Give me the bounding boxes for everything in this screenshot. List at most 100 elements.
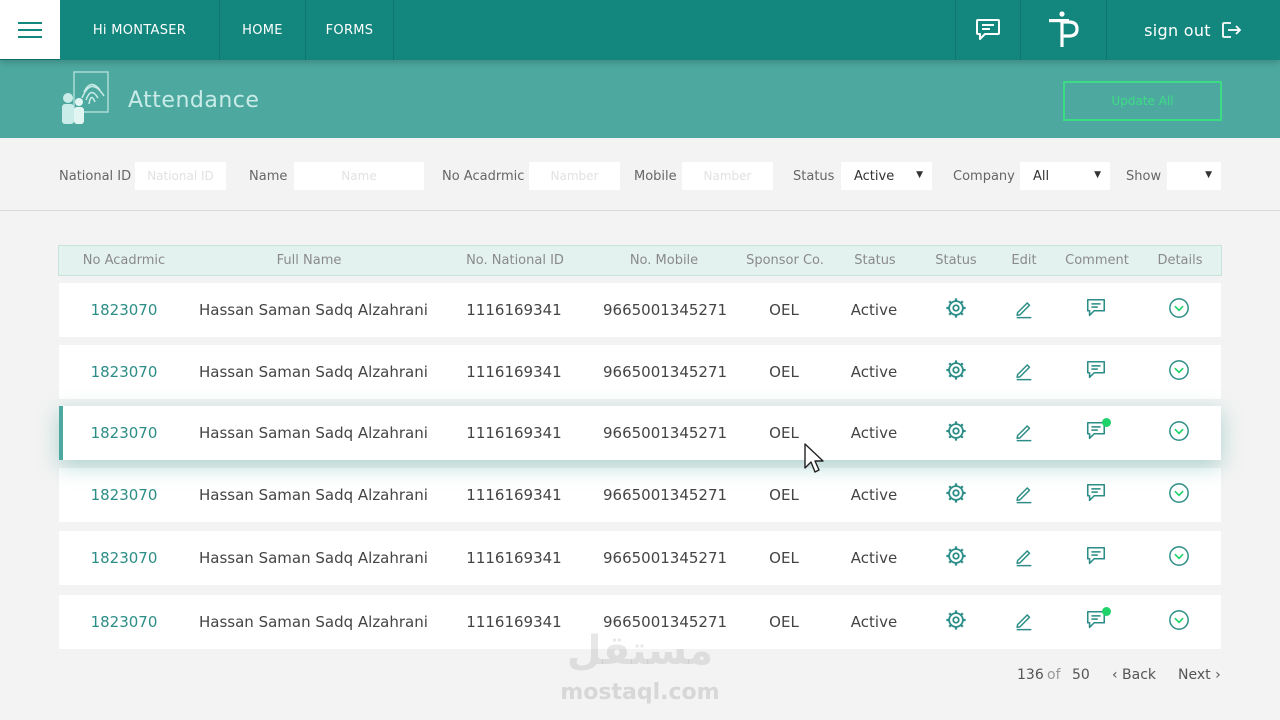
- table-row[interactable]: 1823070 Hassan Saman Sadq Alzahrani 111616…: [59, 345, 1221, 399]
- national-id-input[interactable]: [135, 162, 226, 190]
- edit-button[interactable]: [1012, 546, 1036, 570]
- comment-icon: [1085, 359, 1107, 385]
- edit-button[interactable]: [1012, 421, 1036, 445]
- national-id-cell: 1116169341: [466, 424, 562, 442]
- mobile-cell: 9665001345271: [603, 549, 728, 567]
- back-button[interactable]: ‹ Back: [1112, 667, 1156, 683]
- caret-down-icon: ▼: [1094, 170, 1101, 180]
- brand-logo[interactable]: [1021, 0, 1107, 60]
- company-filter-value: All: [1033, 168, 1050, 184]
- national-id-cell: 1116169341: [466, 363, 562, 381]
- menu-button[interactable]: [0, 0, 60, 60]
- watermark-text: mostaql.com: [560, 680, 720, 705]
- edit-button[interactable]: [1012, 298, 1036, 322]
- comment-button[interactable]: [1084, 418, 1111, 445]
- sponsor-cell: OEL: [769, 613, 799, 631]
- status-cell: Active: [850, 486, 898, 504]
- status-settings-button[interactable]: [944, 421, 968, 445]
- gear-icon: [945, 359, 967, 385]
- table-row[interactable]: 1823070 Hassan Saman Sadq Alzahrani 111616…: [59, 531, 1221, 585]
- comment-button[interactable]: [1084, 607, 1111, 634]
- chevron-down-circle-icon: [1168, 359, 1190, 385]
- pencil-icon: [1013, 359, 1035, 385]
- table-row[interactable]: 1823070 Hassan Saman Sadq Alzahrani 111616…: [59, 406, 1221, 460]
- full-name-cell: Hassan Saman Sadq Alzahrani: [199, 486, 428, 504]
- full-name-cell: Hassan Saman Sadq Alzahrani: [199, 549, 428, 567]
- hamburger-icon: [18, 21, 42, 38]
- nav-forms-link[interactable]: FORMS: [306, 0, 394, 60]
- details-button[interactable]: [1167, 360, 1191, 384]
- sign-out-button[interactable]: sign out: [1107, 0, 1280, 60]
- filter-bar: National ID Name No Acadrmic Mobile Stat…: [0, 138, 1280, 211]
- gear-icon: [945, 609, 967, 635]
- current-page: 136: [1017, 667, 1044, 683]
- show-filter-select[interactable]: ▼: [1167, 162, 1221, 190]
- status-filter-label: Status: [793, 169, 835, 184]
- academic-label: No Acadrmic: [442, 169, 525, 184]
- academic-number-link[interactable]: 1823070: [59, 363, 189, 381]
- full-name-cell: Hassan Saman Sadq Alzahrani: [199, 424, 428, 442]
- chevron-down-circle-icon: [1168, 482, 1190, 508]
- chevron-down-circle-icon: [1168, 545, 1190, 571]
- sponsor-cell: OEL: [769, 424, 799, 442]
- chevron-down-circle-icon: [1168, 420, 1190, 446]
- sponsor-cell: OEL: [769, 301, 799, 319]
- academic-number-link[interactable]: 1823070: [59, 301, 189, 319]
- academic-number-link[interactable]: 1823070: [59, 613, 189, 631]
- academic-number-input[interactable]: [529, 162, 620, 190]
- status-settings-button[interactable]: [944, 360, 968, 384]
- full-name-cell: Hassan Saman Sadq Alzahrani: [199, 613, 428, 631]
- comment-icon: [1085, 482, 1107, 508]
- next-button[interactable]: Next ›: [1178, 667, 1221, 683]
- page-of-label: of: [1047, 667, 1061, 683]
- company-filter-select[interactable]: All ▼: [1020, 162, 1110, 190]
- status-filter-select[interactable]: Active ▼: [841, 162, 932, 190]
- details-button[interactable]: [1167, 421, 1191, 445]
- status-cell: Active: [850, 549, 898, 567]
- nav-home-link[interactable]: HOME: [220, 0, 306, 60]
- academic-number-link[interactable]: 1823070: [59, 549, 189, 567]
- mobile-cell: 9665001345271: [603, 363, 728, 381]
- messages-button[interactable]: [955, 0, 1021, 60]
- details-button[interactable]: [1167, 483, 1191, 507]
- details-button[interactable]: [1167, 610, 1191, 634]
- name-input[interactable]: [294, 162, 424, 190]
- column-header-details: Details: [1157, 253, 1203, 268]
- page-header: Attendance Update All: [0, 60, 1280, 138]
- comment-button[interactable]: [1084, 483, 1108, 507]
- edit-button[interactable]: [1012, 610, 1036, 634]
- edit-button[interactable]: [1012, 483, 1036, 507]
- chevron-down-circle-icon: [1168, 297, 1190, 323]
- update-all-button[interactable]: Update All: [1063, 81, 1222, 121]
- academic-number-link[interactable]: 1823070: [59, 424, 189, 442]
- gear-icon: [945, 297, 967, 323]
- column-header-national-id: No. National ID: [466, 253, 564, 268]
- status-filter-value: Active: [854, 168, 895, 184]
- gear-icon: [945, 420, 967, 446]
- table-row[interactable]: 1823070 Hassan Saman Sadq Alzahrani 111616…: [59, 283, 1221, 337]
- status-settings-button[interactable]: [944, 610, 968, 634]
- comment-button[interactable]: [1084, 298, 1108, 322]
- table-header: No Acadrmic Full Name No. National ID No…: [58, 245, 1222, 276]
- page-title: Attendance: [128, 88, 260, 113]
- new-comment-indicator: [1102, 418, 1111, 427]
- mobile-input[interactable]: [682, 162, 773, 190]
- comment-button[interactable]: [1084, 546, 1108, 570]
- status-settings-button[interactable]: [944, 483, 968, 507]
- sign-out-label: sign out: [1144, 20, 1211, 40]
- column-header-mobile: No. Mobile: [629, 253, 699, 268]
- comment-icon: [1085, 545, 1107, 571]
- mouse-cursor-icon: [804, 443, 824, 473]
- pencil-icon: [1013, 545, 1035, 571]
- details-button[interactable]: [1167, 298, 1191, 322]
- status-settings-button[interactable]: [944, 546, 968, 570]
- status-settings-button[interactable]: [944, 298, 968, 322]
- details-button[interactable]: [1167, 546, 1191, 570]
- comment-button[interactable]: [1084, 360, 1108, 384]
- table-row[interactable]: 1823070 Hassan Saman Sadq Alzahrani 111616…: [59, 468, 1221, 522]
- edit-button[interactable]: [1012, 360, 1036, 384]
- column-header-status-action: Status: [935, 253, 977, 268]
- academic-number-link[interactable]: 1823070: [59, 486, 189, 504]
- company-filter-label: Company: [953, 169, 1015, 184]
- pencil-icon: [1013, 609, 1035, 635]
